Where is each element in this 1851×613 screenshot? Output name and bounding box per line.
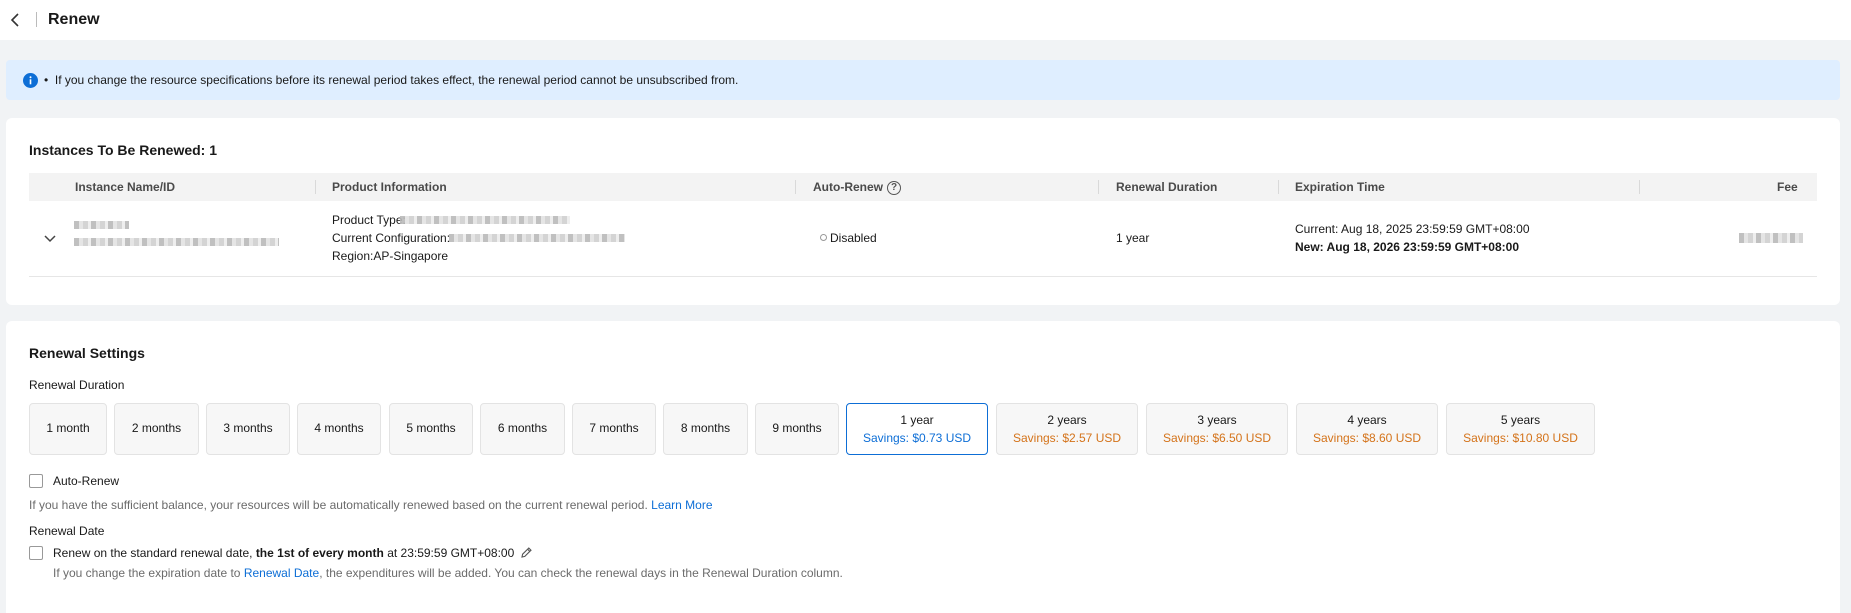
- column-divider: [1639, 180, 1640, 194]
- instance-name-redacted: [74, 221, 129, 229]
- configuration-label: Current Configuration:: [332, 231, 451, 245]
- current-configuration: Current Configuration:: [332, 230, 450, 247]
- renewal-duration-label: Renewal Duration: [29, 378, 125, 392]
- duration-option-label: 1 month: [46, 421, 90, 435]
- back-arrow-icon[interactable]: [6, 11, 24, 29]
- duration-option-savings: Savings: $6.50 USD: [1162, 431, 1272, 445]
- instances-card: Instances To Be Renewed: 1 Instance Name…: [6, 118, 1840, 305]
- col-instance-name: Instance Name/ID: [75, 180, 176, 194]
- duration-option-label: 2 years: [1047, 413, 1087, 427]
- duration-option-7-months[interactable]: 7 months: [572, 403, 656, 455]
- renewal-date-hint: If you change the expiration date to Ren…: [53, 566, 843, 581]
- duration-option-9-months[interactable]: 9 months: [755, 403, 839, 455]
- duration-option-label: 3 years: [1197, 413, 1237, 427]
- col-expiration-time: Expiration Time: [1295, 180, 1385, 194]
- title-divider: [36, 12, 37, 27]
- duration-option-3-years[interactable]: 3 years Savings: $6.50 USD: [1146, 403, 1288, 455]
- learn-more-link[interactable]: Learn More: [651, 498, 712, 512]
- duration-option-2-years[interactable]: 2 years Savings: $2.57 USD: [996, 403, 1138, 455]
- duration-option-5-years[interactable]: 5 years Savings: $10.80 USD: [1446, 403, 1595, 455]
- duration-option-4-years[interactable]: 4 years Savings: $8.60 USD: [1296, 403, 1438, 455]
- info-icon: [23, 73, 38, 88]
- column-divider: [1278, 180, 1279, 194]
- column-divider: [1098, 180, 1099, 194]
- help-icon[interactable]: ?: [887, 180, 901, 195]
- duration-option-2-months[interactable]: 2 months: [114, 403, 199, 455]
- renewal-date-label: Renewal Date: [29, 524, 105, 538]
- configuration-redacted: [449, 234, 625, 242]
- notice-text: • If you change the resource specificati…: [44, 73, 739, 87]
- std-date-bold: the 1st of every month: [255, 546, 384, 560]
- auto-renew-label: Auto-Renew: [53, 474, 120, 488]
- col-product-info: Product Information: [332, 180, 447, 194]
- col-renewal-duration: Renewal Duration: [1116, 180, 1218, 194]
- duration-option-savings: Savings: $8.60 USD: [1312, 431, 1422, 445]
- date-hint-prefix: If you change the expiration date to: [53, 566, 241, 580]
- renewal-duration-value: 1 year: [1116, 231, 1150, 245]
- current-expiration: Current: Aug 18, 2025 23:59:59 GMT+08:00: [1295, 222, 1530, 236]
- auto-renew-status: Disabled: [820, 230, 877, 247]
- standard-renewal-date-checkbox[interactable]: [29, 546, 43, 560]
- duration-option-label: 9 months: [772, 421, 822, 435]
- auto-renew-hint-text: If you have the sufficient balance, your…: [29, 498, 648, 512]
- instances-table-header: Instance Name/ID Product Information Aut…: [29, 173, 1817, 201]
- duration-option-savings: Savings: $10.80 USD: [1463, 431, 1578, 445]
- duration-option-label: 2 months: [131, 421, 182, 435]
- auto-renew-hint: If you have the sufficient balance, your…: [29, 498, 713, 513]
- duration-option-savings: Savings: $2.57 USD: [1012, 431, 1122, 445]
- duration-option-label: 7 months: [589, 421, 639, 435]
- product-type: Product Type:: [332, 212, 406, 229]
- status-dot-icon: [820, 234, 827, 241]
- table-row: Product Type: Current Configuration: Reg…: [29, 201, 1817, 277]
- duration-option-3-months[interactable]: 3 months: [206, 403, 290, 455]
- std-date-prefix: Renew on the standard renewal date,: [53, 546, 253, 560]
- duration-option-label: 4 months: [314, 421, 364, 435]
- duration-option-6-months[interactable]: 6 months: [480, 403, 565, 455]
- std-date-suffix: at 23:59:59 GMT+08:00: [387, 546, 515, 560]
- product-type-redacted: [400, 216, 570, 224]
- duration-option-1-month[interactable]: 1 month: [29, 403, 107, 455]
- duration-option-label: 6 months: [497, 421, 548, 435]
- top-bar: Renew: [0, 0, 1851, 40]
- col-fee: Fee: [1777, 180, 1798, 194]
- product-type-label: Product Type:: [332, 213, 406, 227]
- column-divider: [315, 180, 316, 194]
- info-notice: • If you change the resource specificati…: [6, 60, 1840, 100]
- duration-option-4-months[interactable]: 4 months: [297, 403, 381, 455]
- renewal-settings-card: Renewal Settings Renewal Duration 1 mont…: [6, 321, 1840, 613]
- new-expiration: New: Aug 18, 2026 23:59:59 GMT+08:00: [1295, 240, 1519, 254]
- auto-renew-value: Disabled: [830, 231, 877, 245]
- standard-renewal-date-label: Renew on the standard renewal date, the …: [53, 546, 533, 563]
- instance-id-redacted: [74, 238, 279, 246]
- duration-option-1-year[interactable]: 1 year Savings: $0.73 USD: [846, 403, 988, 455]
- duration-option-label: 4 years: [1347, 413, 1387, 427]
- region: Region:AP-Singapore: [332, 249, 449, 263]
- duration-option-label: 5 years: [1500, 413, 1541, 427]
- date-hint-suffix: , the expenditures will be added. You ca…: [319, 566, 843, 580]
- auto-renew-checkbox[interactable]: [29, 474, 43, 488]
- duration-option-label: 5 months: [406, 421, 456, 435]
- duration-option-8-months[interactable]: 8 months: [663, 403, 748, 455]
- duration-option-5-months[interactable]: 5 months: [389, 403, 473, 455]
- instances-title: Instances To Be Renewed: 1: [29, 142, 218, 158]
- fee-redacted: [1739, 233, 1803, 243]
- duration-option-savings: Savings: $0.73 USD: [862, 431, 972, 445]
- column-divider: [795, 180, 796, 194]
- duration-option-label: 1 year: [900, 413, 934, 427]
- renewal-settings-title: Renewal Settings: [29, 345, 145, 361]
- page-title: Renew: [48, 11, 100, 28]
- edit-pen-icon[interactable]: [520, 546, 533, 563]
- col-auto-renew: Auto-Renew?: [813, 173, 901, 201]
- renewal-date-link[interactable]: Renewal Date: [244, 566, 319, 580]
- chevron-down-icon[interactable]: [42, 231, 58, 247]
- notice-message: If you change the resource specification…: [54, 73, 739, 87]
- duration-option-label: 8 months: [680, 421, 731, 435]
- col-auto-renew-label: Auto-Renew: [813, 180, 883, 194]
- duration-option-label: 3 months: [223, 421, 273, 435]
